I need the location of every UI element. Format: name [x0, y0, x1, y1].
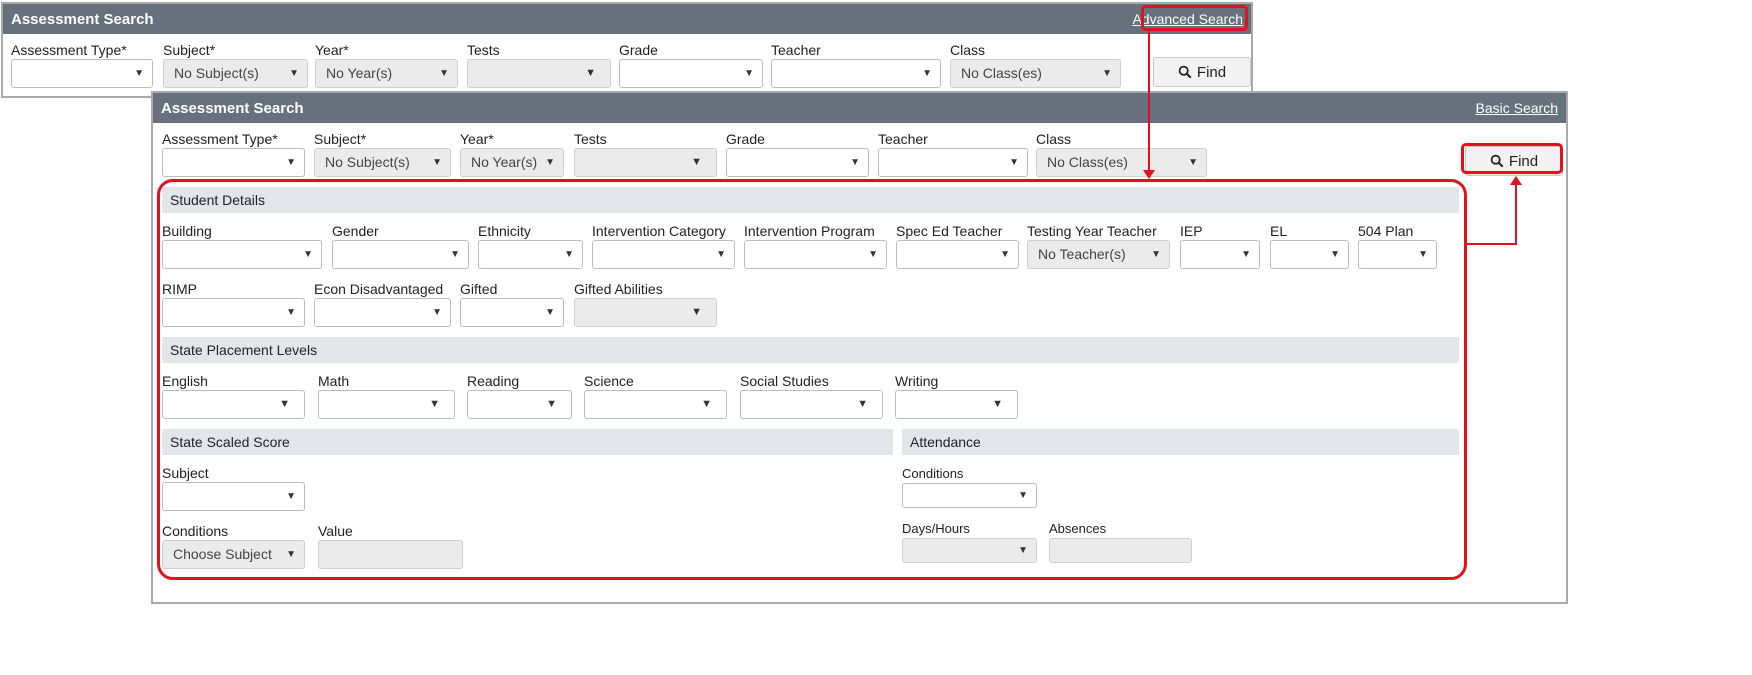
field-label: Tests	[574, 131, 607, 147]
adv-class-select[interactable]: No Class(es) ▼	[1036, 148, 1207, 177]
basic-grade-select[interactable]: ▼	[619, 59, 763, 88]
adv-class-field: Class No Class(es) ▼	[1036, 130, 1207, 177]
basic-class-field: Class No Class(es) ▼	[950, 41, 1121, 88]
adv-tests-field: Tests ▼	[574, 130, 717, 177]
field-label: Class	[1036, 131, 1072, 147]
field-label: Year*	[460, 131, 494, 147]
basic-tests-field: Tests ▼	[467, 41, 611, 88]
field-label: Assessment Type*	[11, 42, 127, 58]
basic-year-field: Year* No Year(s) ▼	[315, 41, 458, 88]
caret-down-icon: ▼	[545, 157, 555, 168]
field-label: Subject*	[163, 42, 216, 58]
basic-teacher-field: Teacher ▼	[771, 41, 941, 88]
caret-down-icon: ▼	[585, 67, 596, 79]
field-label: Teacher	[878, 131, 928, 147]
basic-search-panel: Assessment Search Advanced Search Assess…	[1, 2, 1253, 98]
advanced-fields-highlight	[157, 179, 1467, 580]
arrow-line	[1148, 30, 1150, 172]
caret-down-icon: ▼	[1102, 68, 1112, 79]
caret-down-icon: ▼	[1009, 157, 1019, 168]
basic-panel-header: Assessment Search Advanced Search	[3, 4, 1251, 34]
field-label: Subject*	[314, 131, 367, 147]
adv-assessment-type-select[interactable]: ▼	[162, 148, 305, 177]
field-label: Assessment Type*	[162, 131, 278, 147]
adv-subject-field: Subject* No Subject(s) ▼	[314, 130, 451, 177]
basic-find-button[interactable]: Find	[1153, 57, 1251, 87]
caret-down-icon: ▼	[289, 68, 299, 79]
search-icon	[1178, 65, 1192, 79]
field-label: Tests	[467, 42, 500, 58]
basic-search-link[interactable]: Basic Search	[1476, 100, 1558, 116]
caret-down-icon: ▼	[1188, 157, 1198, 168]
caret-down-icon: ▼	[134, 68, 144, 79]
adv-year-field: Year* No Year(s) ▼	[460, 130, 564, 177]
adv-subject-select[interactable]: No Subject(s) ▼	[314, 148, 451, 177]
caret-down-icon: ▼	[286, 157, 296, 168]
basic-subject-select[interactable]: No Subject(s) ▼	[163, 59, 308, 88]
field-label: Year*	[315, 42, 349, 58]
field-label: Grade	[619, 42, 658, 58]
arrow-line	[1515, 183, 1517, 245]
arrow-line	[1467, 243, 1517, 245]
advanced-panel-title: Assessment Search	[161, 99, 304, 117]
adv-grade-field: Grade ▼	[726, 130, 869, 177]
basic-panel-title: Assessment Search	[11, 10, 154, 28]
caret-down-icon: ▼	[744, 68, 754, 79]
adv-year-select[interactable]: No Year(s) ▼	[460, 148, 564, 177]
basic-year-select[interactable]: No Year(s) ▼	[315, 59, 458, 88]
basic-grade-field: Grade ▼	[619, 41, 763, 88]
basic-assessment-type-field: Assessment Type* ▼	[11, 41, 153, 88]
field-label: Class	[950, 42, 986, 58]
adv-tests-select[interactable]: ▼	[574, 148, 717, 177]
basic-class-select[interactable]: No Class(es) ▼	[950, 59, 1121, 88]
find-button-highlight	[1461, 143, 1563, 174]
adv-grade-select[interactable]: ▼	[726, 148, 869, 177]
basic-tests-select[interactable]: ▼	[467, 59, 611, 88]
adv-teacher-field: Teacher ▼	[878, 130, 1028, 177]
arrow-head	[1143, 170, 1155, 179]
advanced-search-highlight	[1141, 5, 1248, 31]
field-label: Grade	[726, 131, 765, 147]
adv-teacher-select[interactable]: ▼	[878, 148, 1028, 177]
basic-assessment-type-select[interactable]: ▼	[11, 59, 153, 88]
caret-down-icon: ▼	[922, 68, 932, 79]
adv-assessment-type-field: Assessment Type* ▼	[162, 130, 305, 177]
advanced-panel-header: Assessment Search Basic Search	[153, 93, 1566, 123]
caret-down-icon: ▼	[850, 157, 860, 168]
find-label: Find	[1196, 63, 1227, 81]
basic-teacher-select[interactable]: ▼	[771, 59, 941, 88]
field-label: Teacher	[771, 42, 821, 58]
caret-down-icon: ▼	[439, 68, 449, 79]
basic-subject-field: Subject* No Subject(s) ▼	[163, 41, 308, 88]
caret-down-icon: ▼	[691, 156, 702, 168]
arrow-head	[1510, 176, 1522, 185]
caret-down-icon: ▼	[432, 157, 442, 168]
